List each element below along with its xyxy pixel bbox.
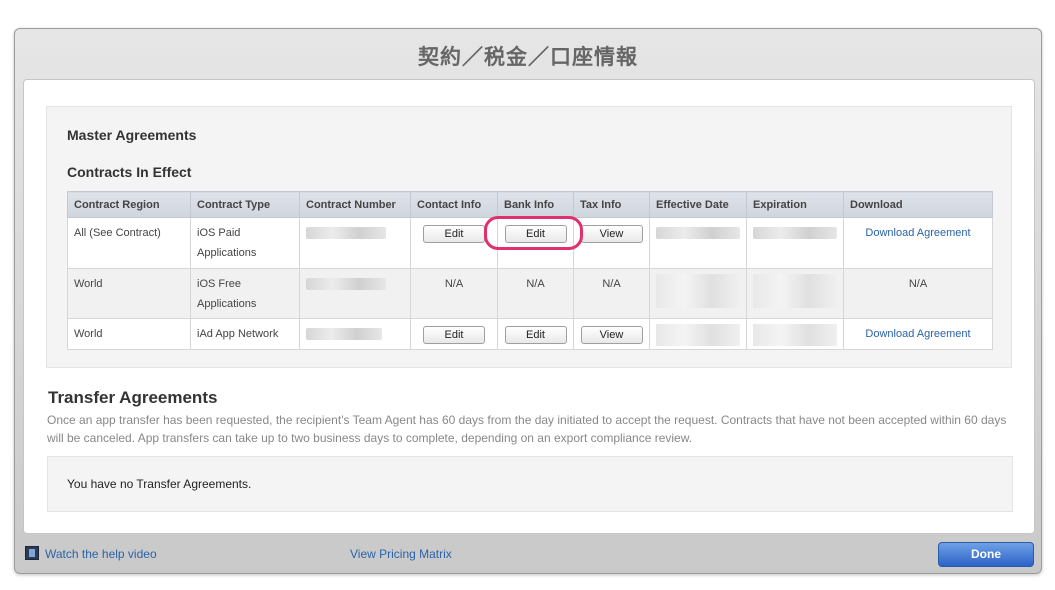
download-agreement-link[interactable]: Download Agreement xyxy=(865,227,970,239)
redacted-contract-number xyxy=(306,328,382,340)
contracts-table: Contract Region Contract Type Contract N… xyxy=(67,191,993,350)
done-button[interactable]: Done xyxy=(938,542,1034,567)
dialog-window: 契約／税金／口座情報 Master Agreements Contracts I… xyxy=(14,28,1042,574)
view-pricing-matrix-link[interactable]: View Pricing Matrix xyxy=(350,547,452,561)
header-contract-number: Contract Number xyxy=(299,191,411,218)
redacted-expiration xyxy=(753,274,837,308)
bank-edit-button[interactable]: Edit xyxy=(504,326,567,344)
cell-expiration xyxy=(746,318,844,350)
type-line: Applications xyxy=(197,247,257,259)
header-effective-date: Effective Date xyxy=(649,191,747,218)
cell-contact-info: Edit xyxy=(410,318,498,350)
no-transfer-agreements-text: You have no Transfer Agreements. xyxy=(67,477,252,491)
cell-region: World xyxy=(67,268,191,319)
transfer-agreements-panel: You have no Transfer Agreements. xyxy=(47,456,1013,512)
header-expiration: Expiration xyxy=(746,191,844,218)
header-contract-type: Contract Type xyxy=(190,191,300,218)
redacted-expiration xyxy=(753,227,837,239)
cell-effective-date xyxy=(649,268,747,319)
cell-contract-number xyxy=(299,217,411,269)
cell-expiration xyxy=(746,217,844,269)
header-contract-region: Contract Region xyxy=(67,191,191,218)
tax-view-button[interactable]: View xyxy=(580,225,643,243)
table-header-row: Contract Region Contract Type Contract N… xyxy=(67,191,993,218)
download-agreement-link[interactable]: Download Agreement xyxy=(865,328,970,340)
redacted-effective-date xyxy=(656,324,740,346)
cell-type: iOS Paid Applications xyxy=(190,217,300,269)
dialog-title: 契約／税金／口座情報 xyxy=(418,45,638,69)
redacted-effective-date xyxy=(656,274,740,308)
contracts-in-effect-heading: Contracts In Effect xyxy=(67,164,192,180)
dialog-content: Master Agreements Contracts In Effect Co… xyxy=(23,79,1035,534)
cell-effective-date xyxy=(649,217,747,269)
redacted-contract-number xyxy=(306,227,386,239)
master-agreements-heading: Master Agreements xyxy=(67,127,197,143)
redacted-expiration xyxy=(753,324,837,346)
cell-type: iAd App Network xyxy=(190,318,300,350)
cell-bank-info: N/A xyxy=(497,268,574,319)
redacted-contract-number xyxy=(306,278,386,290)
contact-edit-button[interactable]: Edit xyxy=(423,326,485,344)
cell-download: N/A xyxy=(843,268,993,319)
cell-contract-number xyxy=(299,268,411,319)
redacted-effective-date xyxy=(656,227,740,239)
header-tax-info: Tax Info xyxy=(573,191,650,218)
type-line: iOS Paid xyxy=(197,227,241,239)
table-row: World iOS Free Applications N/A N/A N/A N… xyxy=(67,268,993,319)
highlight-annotation xyxy=(484,216,583,250)
cell-effective-date xyxy=(649,318,747,350)
cell-bank-info: Edit xyxy=(497,318,574,350)
cell-region: World xyxy=(67,318,191,350)
cell-tax-info: N/A xyxy=(573,268,650,319)
header-bank-info: Bank Info xyxy=(497,191,574,218)
cell-tax-info: View xyxy=(573,217,650,269)
cell-download: Download Agreement xyxy=(843,217,993,269)
table-row: World iAd App Network Edit Edit View Dow… xyxy=(67,318,993,350)
cell-tax-info: View xyxy=(573,318,650,350)
contact-edit-button[interactable]: Edit xyxy=(423,225,485,243)
transfer-agreements-heading: Transfer Agreements xyxy=(48,388,218,407)
cell-region: All (See Contract) xyxy=(67,217,191,269)
cell-contact-info: N/A xyxy=(410,268,498,319)
header-download: Download xyxy=(843,191,993,218)
film-icon xyxy=(25,546,39,560)
cell-expiration xyxy=(746,268,844,319)
cell-type: iOS Free Applications xyxy=(190,268,300,319)
cell-contract-number xyxy=(299,318,411,350)
cell-download: Download Agreement xyxy=(843,318,993,350)
type-line: Applications xyxy=(197,298,257,310)
type-line: iOS Free xyxy=(197,278,242,290)
transfer-agreements-description: Once an app transfer has been requested,… xyxy=(47,413,1007,445)
header-contact-info: Contact Info xyxy=(410,191,498,218)
tax-view-button[interactable]: View xyxy=(580,326,643,344)
watch-help-video-link[interactable]: Watch the help video xyxy=(45,547,157,561)
